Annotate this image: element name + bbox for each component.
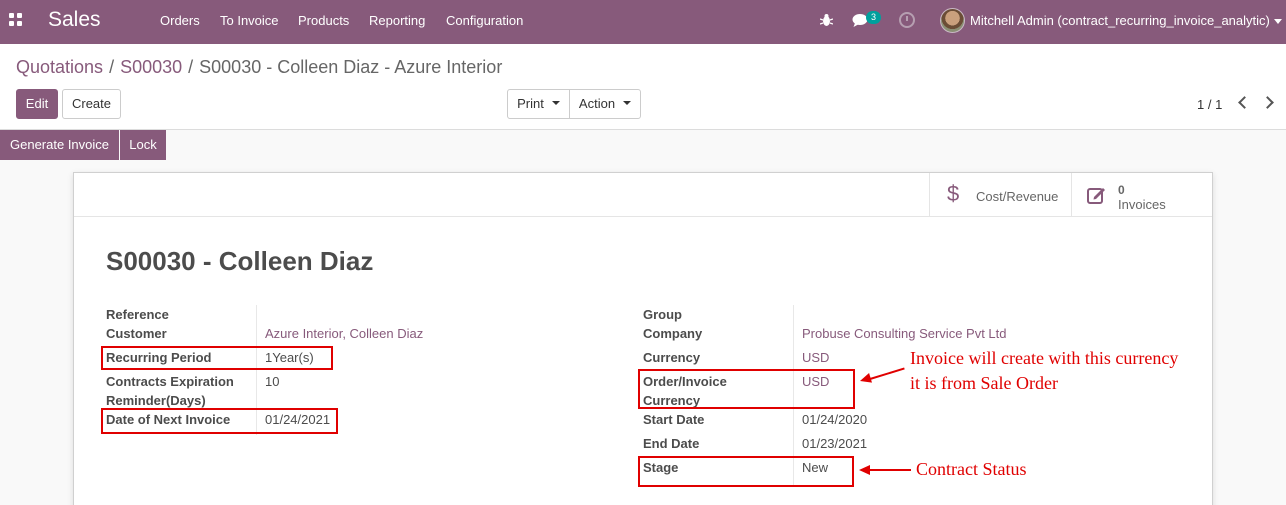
breadcrumb-separator: /: [188, 57, 194, 77]
lock-button[interactable]: Lock: [120, 130, 166, 160]
start-date-label: Start Date: [643, 412, 705, 427]
highlight-next-invoice-date: [101, 408, 338, 434]
annotation-arrow-line: [870, 469, 911, 471]
menu-configuration[interactable]: Configuration: [446, 13, 523, 28]
pager-value[interactable]: 1 / 1: [1197, 97, 1222, 112]
breadcrumb-order[interactable]: S00030: [120, 57, 182, 77]
chevron-down-icon[interactable]: [1274, 19, 1282, 24]
customer-label: Customer: [106, 326, 167, 341]
start-date-value: 01/24/2020: [802, 412, 868, 427]
status-annotation: Contract Status: [916, 459, 1027, 479]
highlight-order-invoice-currency: [638, 369, 855, 409]
create-button[interactable]: Create: [62, 89, 121, 119]
cost-revenue-label: Cost/Revenue: [976, 189, 1059, 204]
avatar[interactable]: [940, 8, 965, 33]
chevron-right-icon[interactable]: [1261, 96, 1274, 109]
end-date-value: 01/23/2021: [802, 436, 868, 451]
app-name[interactable]: Sales: [48, 8, 101, 32]
currency-label: Currency: [643, 350, 701, 365]
bug-icon[interactable]: [820, 13, 833, 27]
end-date-label: End Date: [643, 436, 700, 451]
generate-invoice-button[interactable]: Generate Invoice: [0, 130, 119, 160]
edit-icon: [1087, 188, 1105, 204]
invoices-button[interactable]: 0 Invoices: [1071, 173, 1213, 217]
menu-products[interactable]: Products: [298, 13, 349, 28]
currency-annotation-line1: Invoice will create with this currency: [910, 348, 1179, 368]
clock-icon[interactable]: [899, 12, 915, 28]
highlight-stage: [638, 456, 854, 487]
contracts-expiration-value: 10: [265, 374, 280, 389]
action-dropdown[interactable]: Action: [569, 89, 641, 119]
breadcrumb-separator: /: [109, 57, 115, 77]
apps-grid-icon[interactable]: [9, 13, 23, 27]
user-menu[interactable]: Mitchell Admin (contract_recurring_invoi…: [970, 13, 1270, 28]
print-dropdown[interactable]: Print: [507, 89, 570, 119]
breadcrumb-quotations[interactable]: Quotations: [16, 57, 103, 77]
action-label: Action: [578, 96, 616, 111]
record-title: S00030 - Colleen Diaz: [106, 246, 374, 276]
invoices-count: 0: [1118, 183, 1125, 197]
breadcrumb-current: S00030 - Colleen Diaz - Azure Interior: [199, 57, 503, 77]
currency-value[interactable]: USD: [802, 348, 829, 367]
chevron-left-icon[interactable]: [1238, 96, 1251, 109]
currency-annotation-line2: it is from Sale Order: [910, 373, 1058, 393]
menu-orders[interactable]: Orders: [160, 13, 200, 28]
menu-reporting[interactable]: Reporting: [369, 13, 425, 28]
company-value[interactable]: Probuse Consulting Service Pvt Ltd: [802, 324, 1007, 343]
smart-button-box: $ Cost/Revenue 0 Invoices: [74, 173, 1212, 217]
reference-label: Reference: [106, 307, 169, 322]
invoices-label: Invoices: [1118, 197, 1166, 212]
main-navbar: Sales Orders To Invoice Products Reporti…: [0, 0, 1286, 44]
breadcrumb: Quotations / S00030/S00030 - Colleen Diaz …: [16, 57, 502, 78]
arrow-left-icon: [859, 465, 870, 475]
caret-down-icon: [551, 100, 560, 105]
caret-down-icon: [623, 100, 632, 105]
customer-value[interactable]: Azure Interior, Colleen Diaz: [265, 324, 423, 343]
highlight-recurring-period: [101, 346, 333, 370]
group-label: Group: [643, 307, 682, 322]
edit-button[interactable]: Edit: [16, 89, 58, 119]
chat-badge: 3: [866, 11, 881, 24]
company-label: Company: [643, 326, 703, 341]
cost-revenue-button[interactable]: $ Cost/Revenue: [929, 173, 1071, 217]
menu-to-invoice[interactable]: To Invoice: [220, 13, 279, 28]
dollar-icon: $: [947, 181, 960, 206]
print-label: Print: [517, 96, 544, 111]
contracts-expiration-label: Contracts Expiration: [106, 374, 234, 389]
